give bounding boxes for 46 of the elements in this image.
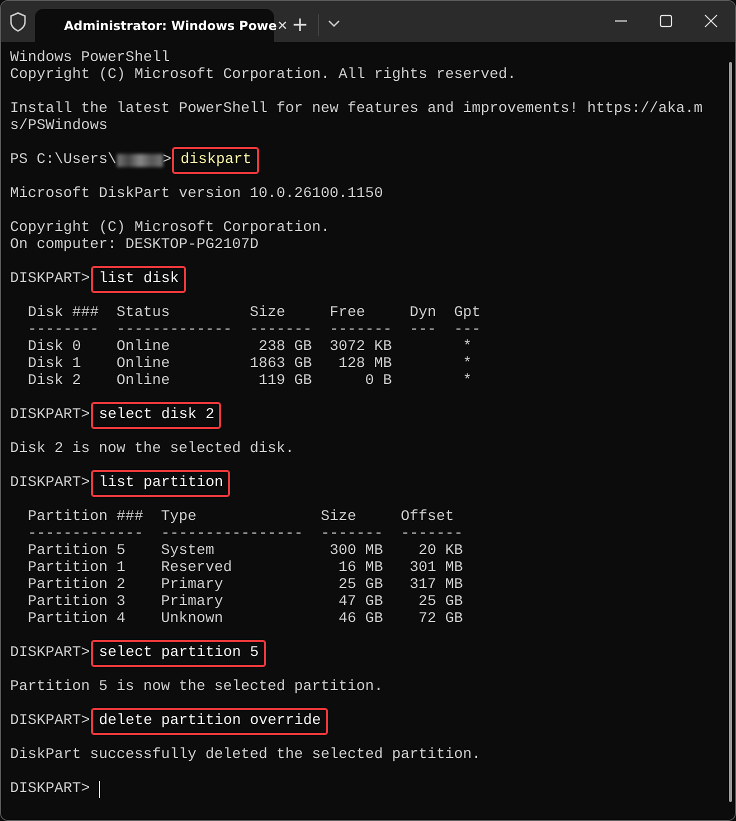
console-line: On computer: DESKTOP-PG2107D [10, 237, 259, 254]
console-line: Partition 5 System 300 MB 20 KB [26, 543, 463, 560]
console-line: Partition 2 Primary 25 GB 317 MB [26, 577, 463, 594]
text-cursor [98, 781, 100, 798]
prompt-text: > [162, 152, 172, 169]
console-line: Disk 1 Online 1863 GB 128 MB * [26, 356, 472, 373]
console-line: Copyright (C) Microsoft Corporation. [10, 220, 330, 237]
console-line: Disk 2 Online 119 GB 0 B * [26, 373, 472, 390]
close-tab-button[interactable]: ✕ [276, 18, 288, 33]
console-line: Partition 5 is now the selected partition. [10, 679, 383, 696]
prompt-text: DISKPART> [10, 407, 90, 424]
tab-title: Administrator: Windows Powe [64, 18, 277, 33]
close-icon[interactable] [704, 14, 718, 28]
console-line: -------- ------------- ------- ------- --- --- [26, 322, 481, 339]
prompt-text: DISKPART> [10, 271, 90, 288]
console-line: DiskPart successfully deleted the selected partition. [10, 747, 481, 764]
console-line: Disk ### Status Size Free Dyn Gpt [26, 305, 481, 322]
highlighted-command: select disk 2 [90, 402, 222, 429]
new-tab-button[interactable]: + [288, 12, 312, 36]
highlighted-command: diskpart [172, 147, 258, 174]
console-line: Install the latest PowerShell for new features and improvements! https://aka.m [10, 101, 703, 118]
prompt-text: DISKPART> [10, 475, 90, 492]
highlighted-command: list partition [90, 470, 230, 497]
console-line: Disk 0 Online 238 GB 3072 KB * [26, 339, 472, 356]
scrollbar-thumb[interactable] [729, 62, 732, 802]
console-line: s/PSWindows [10, 118, 108, 135]
shield-icon[interactable] [9, 12, 27, 32]
console-line: ------------- ---------------- ------- ------- [26, 526, 463, 543]
console-line: Partition 1 Reserved 16 MB 301 MB [26, 560, 463, 577]
prompt-text: DISKPART> [10, 781, 90, 798]
console-line: Partition 3 Primary 47 GB 25 GB [26, 594, 463, 611]
console-line: Partition 4 Unknown 46 GB 72 GB [26, 611, 463, 628]
console-line: Windows PowerShell [10, 50, 170, 67]
console-line: Microsoft DiskPart version 10.0.26100.1150 [10, 186, 383, 203]
console-line: Partition ### Type Size Offset [26, 509, 454, 526]
highlighted-command: list disk [90, 266, 186, 293]
console-line: Disk 2 is now the selected disk. [10, 441, 294, 458]
prompt-text: DISKPART> [10, 645, 90, 662]
console-line: Copyright (C) Microsoft Corporation. All rights reserved. [10, 67, 516, 84]
highlighted-command: delete partition override [90, 708, 328, 735]
dropdown-chevron-icon[interactable] [328, 20, 340, 28]
highlighted-command: select partition 5 [90, 640, 266, 667]
prompt-text: DISKPART> [10, 713, 90, 730]
maximize-icon[interactable] [659, 14, 673, 28]
redacted-username [116, 154, 163, 167]
prompt-text: PS C:\Users\ [10, 152, 117, 169]
